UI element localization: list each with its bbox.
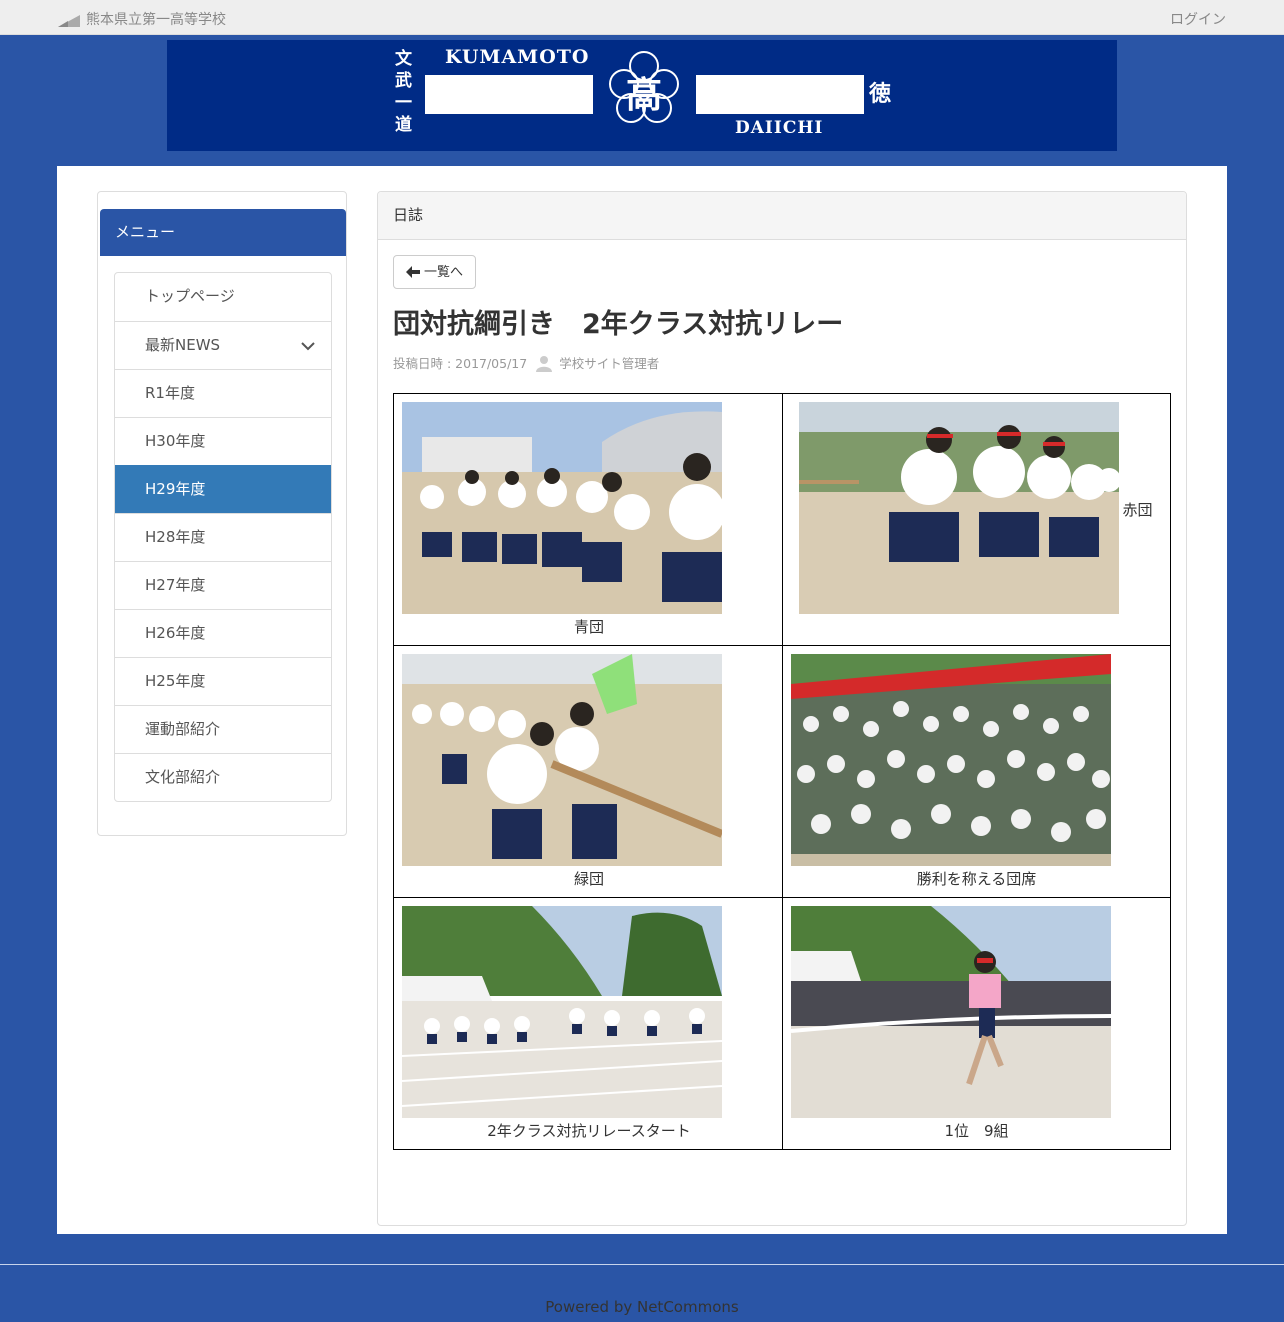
site-home-link[interactable]: 熊本県立第一高等学校 bbox=[58, 9, 226, 29]
photo-table: 青団 赤団 緑団 勝利を称える団席 2年クラス対抗リレースタート 1位 9組 bbox=[393, 393, 1171, 1150]
banner-kumamoto: KUMAMOTO bbox=[445, 46, 590, 68]
banner-daiichi: DAIICHI bbox=[735, 118, 824, 138]
sidebar-menu: トップページ 最新NEWS R1年度 H30年度 H29年度 H28年度 H27… bbox=[114, 272, 332, 802]
chevron-down-icon[interactable] bbox=[300, 338, 316, 354]
photo-cell: 1位 9組 bbox=[781, 897, 1171, 1150]
user-avatar-icon bbox=[536, 355, 553, 372]
sidebar-item-culture-clubs[interactable]: 文化部紹介 bbox=[115, 753, 331, 801]
sidebar-item-sports-clubs[interactable]: 運動部紹介 bbox=[115, 705, 331, 753]
header-banner[interactable]: 文武一道 KUMAMOTO 高 DAIICHI 徳 bbox=[167, 40, 1117, 151]
sidebar-item-h28[interactable]: H28年度 bbox=[115, 513, 331, 561]
login-link[interactable]: ログイン bbox=[1170, 9, 1226, 29]
back-to-list-button[interactable]: 一覧へ bbox=[393, 255, 477, 289]
photo-cell: 勝利を称える団席 bbox=[781, 645, 1171, 898]
photo-caption: 勝利を称える団席 bbox=[916, 870, 1037, 888]
main-container: メニュー トップページ 最新NEWS R1年度 H30年度 H29年度 H28年… bbox=[57, 166, 1227, 1234]
photo-cell: 緑団 bbox=[393, 645, 783, 898]
arrow-left-icon bbox=[406, 266, 420, 278]
sidebar-item-r1[interactable]: R1年度 bbox=[115, 369, 331, 417]
top-bar: 熊本県立第一高等学校 ログイン bbox=[0, 0, 1284, 35]
sidebar-panel: メニュー トップページ 最新NEWS R1年度 H30年度 H29年度 H28年… bbox=[97, 191, 347, 836]
sidebar-item-h27[interactable]: H27年度 bbox=[115, 561, 331, 609]
sidebar-item-label: R1年度 bbox=[145, 384, 195, 402]
sidebar-item-h26[interactable]: H26年度 bbox=[115, 609, 331, 657]
footer-divider bbox=[0, 1264, 1284, 1265]
photo-relay-start[interactable] bbox=[402, 906, 722, 1118]
sidebar-item-label: トップページ bbox=[145, 287, 235, 305]
photo-cell: 青団 bbox=[393, 393, 783, 646]
site-name: 熊本県立第一高等学校 bbox=[86, 12, 226, 28]
sidebar-item-label: H26年度 bbox=[145, 624, 206, 642]
photo-blue-team[interactable] bbox=[402, 402, 722, 614]
sidebar-item-label: H29年度 bbox=[145, 480, 206, 498]
sidebar-item-label: 文化部紹介 bbox=[145, 768, 221, 786]
back-button-label: 一覧へ bbox=[424, 264, 464, 279]
author-link[interactable]: 学校サイト管理者 bbox=[559, 353, 659, 372]
powered-by-text: Powered by NetCommons bbox=[545, 1298, 739, 1316]
sidebar-item-h30[interactable]: H30年度 bbox=[115, 417, 331, 465]
sidebar-item-h29[interactable]: H29年度 bbox=[115, 465, 331, 513]
banner-box-left bbox=[425, 75, 593, 114]
emblem-character: 高 bbox=[625, 74, 662, 116]
banner-box-right bbox=[696, 75, 864, 114]
photo-caption: 1位 9組 bbox=[944, 1122, 1009, 1140]
sidebar-item-label: 最新NEWS bbox=[145, 336, 221, 354]
panel-heading: 日誌 bbox=[378, 192, 1186, 240]
sidebar-item-label: H30年度 bbox=[145, 432, 206, 450]
blog-panel: 日誌 一覧へ 団対抗綱引き 2年クラス対抗リレー 投稿日時 : 2017/05/… bbox=[377, 191, 1187, 1226]
banner-virtue-char: 徳 bbox=[869, 81, 892, 107]
article-meta: 投稿日時 : 2017/05/17 学校サイト管理者 bbox=[393, 353, 659, 372]
sidebar-item-label: 運動部紹介 bbox=[145, 720, 221, 738]
photo-cheering-section[interactable] bbox=[790, 654, 1111, 866]
site-logo-icon bbox=[58, 15, 80, 27]
photo-caption: 青団 bbox=[573, 618, 604, 636]
photo-caption-right: 赤団 bbox=[1122, 501, 1153, 519]
sidebar-item-top[interactable]: トップページ bbox=[115, 273, 331, 321]
sidebar-item-label: H25年度 bbox=[145, 672, 206, 690]
sidebar-header: メニュー bbox=[100, 209, 346, 256]
photo-red-team[interactable] bbox=[798, 402, 1119, 614]
banner-motto: 文武一道 bbox=[395, 49, 412, 135]
photo-relay-winner[interactable] bbox=[790, 906, 1111, 1118]
sidebar-item-label: H28年度 bbox=[145, 528, 206, 546]
posted-date: 投稿日時 : 2017/05/17 bbox=[393, 356, 528, 371]
photo-caption: 緑団 bbox=[573, 870, 604, 888]
sidebar-item-h25[interactable]: H25年度 bbox=[115, 657, 331, 705]
photo-cell: 赤団 bbox=[781, 393, 1171, 646]
photo-cell: 2年クラス対抗リレースタート bbox=[393, 897, 783, 1150]
sidebar-item-label: H27年度 bbox=[145, 576, 206, 594]
footer-powered-by[interactable]: Powered by NetCommons bbox=[0, 1298, 1284, 1316]
article-title: 団対抗綱引き 2年クラス対抗リレー bbox=[393, 309, 844, 340]
photo-green-team[interactable] bbox=[402, 654, 722, 866]
photo-caption: 2年クラス対抗リレースタート bbox=[487, 1122, 691, 1140]
sidebar-item-news[interactable]: 最新NEWS bbox=[115, 321, 331, 369]
